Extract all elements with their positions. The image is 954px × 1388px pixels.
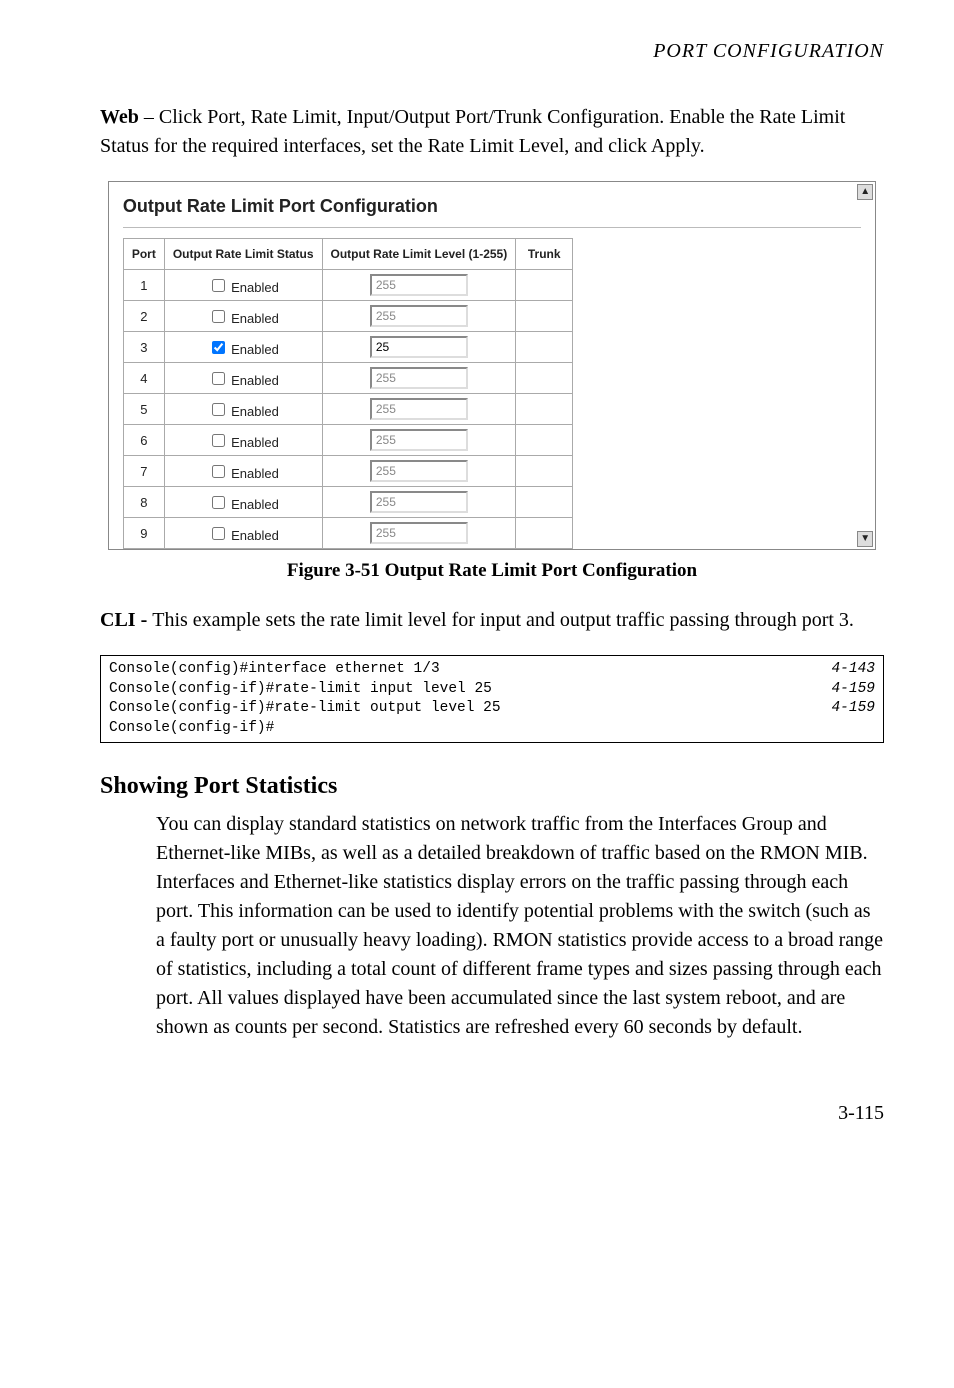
enabled-checkbox[interactable]: [212, 434, 225, 447]
section-heading: Showing Port Statistics: [100, 773, 884, 800]
cell-level: 255: [322, 363, 516, 394]
cell-port: 3: [123, 332, 164, 363]
cell-port: 4: [123, 363, 164, 394]
enabled-checkbox[interactable]: [212, 372, 225, 385]
enabled-label: Enabled: [228, 342, 279, 357]
cell-level: 25: [322, 332, 516, 363]
level-input[interactable]: 255: [370, 460, 468, 482]
enabled-checkbox[interactable]: [212, 465, 225, 478]
enabled-checkbox[interactable]: [212, 496, 225, 509]
enabled-label: Enabled: [228, 466, 279, 481]
enabled-label: Enabled: [228, 497, 279, 512]
cli-intro-rest: This example sets the rate limit level f…: [152, 609, 854, 631]
enabled-checkbox[interactable]: [212, 403, 225, 416]
table-row: 4 Enabled 255: [123, 363, 572, 394]
cell-level: 255: [322, 301, 516, 332]
cell-status: Enabled: [164, 456, 322, 487]
level-input[interactable]: 25: [370, 336, 468, 358]
cell-trunk: [516, 270, 573, 301]
level-input[interactable]: 255: [370, 274, 468, 296]
cell-port: 9: [123, 518, 164, 549]
enabled-label: Enabled: [228, 435, 279, 450]
table-row: 6 Enabled 255: [123, 425, 572, 456]
cell-level: 255: [322, 425, 516, 456]
cell-trunk: [516, 518, 573, 549]
code-block: Console(config)#interface ethernet 1/3 C…: [100, 655, 884, 743]
cell-status: Enabled: [164, 301, 322, 332]
enabled-checkbox[interactable]: [212, 310, 225, 323]
cell-port: 2: [123, 301, 164, 332]
table-header-row: Port Output Rate Limit Status Output Rat…: [123, 239, 572, 270]
screenshot-title: Output Rate Limit Port Configuration: [109, 182, 875, 221]
enabled-label: Enabled: [228, 404, 279, 419]
cell-level: 255: [322, 456, 516, 487]
scroll-up-icon[interactable]: ▲: [857, 184, 873, 200]
code-page-refs: 4-143 4-159 4-159: [831, 660, 875, 738]
running-header: PORT CONFIGURATION: [100, 40, 884, 63]
cell-level: 255: [322, 487, 516, 518]
intro-paragraph: Web – Click Port, Rate Limit, Input/Outp…: [100, 103, 884, 161]
level-input[interactable]: 255: [370, 367, 468, 389]
enabled-label: Enabled: [228, 528, 279, 543]
cell-port: 5: [123, 394, 164, 425]
cell-trunk: [516, 332, 573, 363]
cell-level: 255: [322, 394, 516, 425]
cell-trunk: [516, 301, 573, 332]
col-trunk: Trunk: [516, 239, 573, 270]
cell-status: Enabled: [164, 425, 322, 456]
level-input[interactable]: 255: [370, 429, 468, 451]
cli-intro-bold: CLI -: [100, 609, 152, 631]
cell-status: Enabled: [164, 394, 322, 425]
section-body: You can display standard statistics on n…: [156, 810, 884, 1042]
running-header-text: PORT CONFIGURATION: [653, 40, 884, 62]
enabled-label: Enabled: [228, 311, 279, 326]
enabled-checkbox[interactable]: [212, 341, 225, 354]
figure-caption: Figure 3-51 Output Rate Limit Port Confi…: [100, 560, 884, 582]
cell-status: Enabled: [164, 270, 322, 301]
cell-port: 6: [123, 425, 164, 456]
enabled-checkbox[interactable]: [212, 527, 225, 540]
col-port: Port: [123, 239, 164, 270]
enabled-label: Enabled: [228, 373, 279, 388]
cell-status: Enabled: [164, 332, 322, 363]
cell-trunk: [516, 425, 573, 456]
vertical-scrollbar[interactable]: ▲ ▼: [857, 184, 873, 547]
cell-port: 1: [123, 270, 164, 301]
screenshot-divider: [123, 227, 861, 228]
cell-port: 7: [123, 456, 164, 487]
cell-status: Enabled: [164, 487, 322, 518]
table-row: 3 Enabled 25: [123, 332, 572, 363]
col-status: Output Rate Limit Status: [164, 239, 322, 270]
enabled-checkbox[interactable]: [212, 279, 225, 292]
table-row: 7 Enabled 255: [123, 456, 572, 487]
cell-level: 255: [322, 270, 516, 301]
table-row: 8 Enabled 255: [123, 487, 572, 518]
scroll-down-icon[interactable]: ▼: [857, 531, 873, 547]
table-row: 5 Enabled 255: [123, 394, 572, 425]
cell-status: Enabled: [164, 363, 322, 394]
cell-trunk: [516, 363, 573, 394]
cell-port: 8: [123, 487, 164, 518]
code-commands: Console(config)#interface ethernet 1/3 C…: [109, 660, 501, 738]
level-input[interactable]: 255: [370, 305, 468, 327]
cell-trunk: [516, 456, 573, 487]
col-level: Output Rate Limit Level (1-255): [322, 239, 516, 270]
cell-level: 255: [322, 518, 516, 549]
table-row: 1 Enabled 255: [123, 270, 572, 301]
rate-limit-table: Port Output Rate Limit Status Output Rat…: [123, 238, 573, 549]
cell-trunk: [516, 394, 573, 425]
level-input[interactable]: 255: [370, 491, 468, 513]
enabled-label: Enabled: [228, 280, 279, 295]
screenshot-panel: Output Rate Limit Port Configuration Por…: [108, 181, 876, 550]
intro-bold: Web: [100, 106, 139, 128]
table-row: 2 Enabled 255: [123, 301, 572, 332]
cell-status: Enabled: [164, 518, 322, 549]
intro-rest: – Click Port, Rate Limit, Input/Output P…: [100, 106, 845, 157]
page-number: 3-115: [100, 1102, 884, 1125]
table-row: 9 Enabled 255: [123, 518, 572, 549]
level-input[interactable]: 255: [370, 522, 468, 544]
level-input[interactable]: 255: [370, 398, 468, 420]
cli-intro-paragraph: CLI - This example sets the rate limit l…: [100, 606, 884, 635]
cell-trunk: [516, 487, 573, 518]
